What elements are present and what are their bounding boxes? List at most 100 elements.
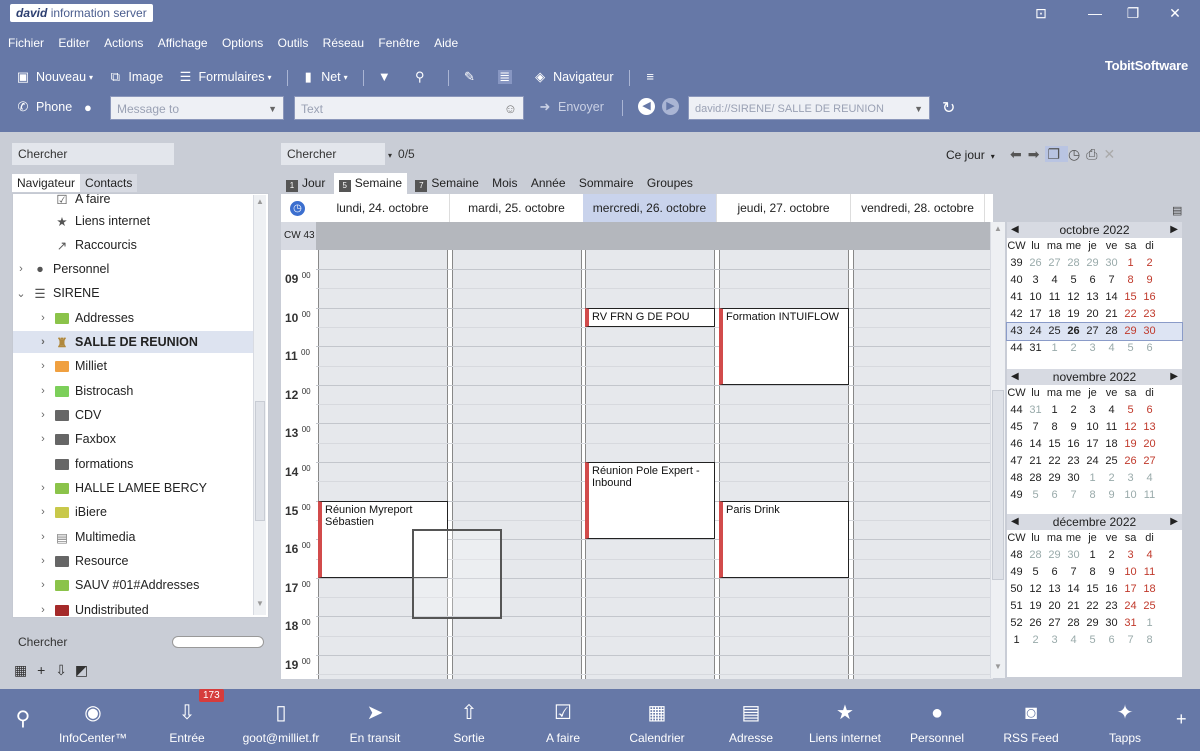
scroll-down-icon[interactable]: ▼ — [992, 662, 1004, 674]
day-cell[interactable]: 2 — [1102, 547, 1121, 564]
emoji-icon[interactable]: ☺ — [504, 97, 517, 121]
prev-month-icon[interactable]: ◀ — [1011, 369, 1019, 385]
day-cell[interactable]: 2 — [1064, 402, 1083, 419]
day-cell[interactable]: 6 — [1140, 340, 1159, 357]
day-header[interactable]: vendredi, 28. octobre — [851, 194, 985, 222]
day-cell[interactable]: 10 — [1083, 419, 1102, 436]
tree-item[interactable]: › Bistrocash — [37, 380, 133, 402]
day-cell[interactable]: 3 — [1026, 272, 1045, 289]
day-cell[interactable]: 4 — [1102, 402, 1121, 419]
day-cell[interactable]: 26 — [1064, 323, 1083, 340]
day-cell[interactable]: 2 — [1026, 632, 1045, 649]
day-cell[interactable]: 14 — [1064, 581, 1083, 598]
tab-jour[interactable]: 1 Jour — [281, 173, 330, 195]
day-cell[interactable]: 30 — [1102, 615, 1121, 632]
day-cell[interactable]: 3 — [1083, 340, 1102, 357]
chevron-right-icon[interactable]: › — [37, 531, 49, 543]
menu-actions[interactable]: Actions — [104, 36, 143, 50]
day-cell[interactable]: 5 — [1121, 402, 1140, 419]
appointment[interactable]: RV FRN G DE POU — [585, 307, 715, 327]
dock-item[interactable]: ◙ RSS Feed — [986, 689, 1076, 751]
net-button[interactable]: ▮ Net ▾ — [301, 66, 348, 88]
tab-navigator[interactable]: Navigateur — [12, 174, 81, 192]
day-header[interactable]: lundi, 24. octobre — [316, 194, 450, 222]
refresh-icon[interactable]: ↻ — [942, 98, 955, 118]
navigator-button[interactable]: ◈ Navigateur — [533, 66, 613, 88]
tree-item[interactable]: › HALLE LAMEE BERCY — [37, 477, 207, 499]
day-cell[interactable]: 9 — [1064, 419, 1083, 436]
day-cell[interactable]: 7 — [1064, 564, 1083, 581]
menu-fichier[interactable]: Fichier — [8, 36, 44, 50]
next-month-icon[interactable]: ▶ — [1170, 369, 1178, 385]
day-cell[interactable]: 3 — [1045, 632, 1064, 649]
tab-contacts[interactable]: Contacts — [80, 174, 138, 192]
arrow-right-icon[interactable]: ➡ — [1028, 146, 1046, 162]
day-cell[interactable]: 3 — [1121, 547, 1140, 564]
tree-item[interactable]: › Addresses — [37, 307, 134, 329]
download-icon[interactable]: ⇩ — [55, 662, 67, 678]
day-cell[interactable]: 19 — [1064, 306, 1083, 323]
day-cell[interactable]: 6 — [1083, 272, 1102, 289]
menu-reseau[interactable]: Réseau — [323, 36, 364, 50]
day-cell[interactable]: 6 — [1045, 487, 1064, 504]
dock-item[interactable]: ▦ Calendrier — [612, 689, 702, 751]
day-cell[interactable]: 21 — [1026, 453, 1045, 470]
day-cell[interactable]: 1 — [1083, 470, 1102, 487]
scroll-up-icon[interactable]: ▲ — [992, 224, 1004, 236]
day-cell[interactable]: 30 — [1064, 547, 1083, 564]
day-cell[interactable]: 6 — [1102, 632, 1121, 649]
day-cell[interactable]: 13 — [1140, 419, 1159, 436]
day-cell[interactable]: 6 — [1045, 564, 1064, 581]
day-cell[interactable]: 4 — [1140, 470, 1159, 487]
day-cell[interactable]: 20 — [1140, 436, 1159, 453]
tab-groupes[interactable]: Groupes — [642, 173, 698, 193]
collapse-icon[interactable]: ◩ — [75, 662, 88, 678]
day-cell[interactable]: 31 — [1026, 340, 1045, 357]
day-cell[interactable]: 20 — [1045, 598, 1064, 615]
day-cell[interactable]: 5 — [1026, 564, 1045, 581]
menu-affichage[interactable]: Affichage — [158, 36, 208, 50]
navigator-search[interactable]: Chercher — [12, 143, 174, 165]
day-cell[interactable]: 25 — [1140, 598, 1159, 615]
dock-item[interactable]: ➤ En transit — [330, 689, 420, 751]
day-cell[interactable]: 29 — [1083, 255, 1102, 272]
next-month-icon[interactable]: ▶ — [1170, 222, 1178, 238]
menu-button[interactable]: ≡ — [643, 66, 663, 88]
day-cell[interactable]: 4 — [1045, 272, 1064, 289]
day-cell[interactable]: 18 — [1045, 306, 1064, 323]
day-cell[interactable]: 6 — [1140, 402, 1159, 419]
clock-icon[interactable]: ◷ — [1068, 146, 1086, 162]
day-cell[interactable]: 1 — [1045, 340, 1064, 357]
day-cell[interactable]: 25 — [1045, 323, 1064, 340]
chevron-right-icon[interactable]: › — [37, 336, 49, 348]
dock-item[interactable]: ★ Liens internet — [800, 689, 890, 751]
tree-item[interactable]: › CDV — [37, 404, 101, 426]
tree-item[interactable]: › Resource — [37, 550, 128, 572]
day-cell[interactable]: 1 — [1045, 402, 1064, 419]
day-cell[interactable]: 24 — [1083, 453, 1102, 470]
day-cell[interactable]: 27 — [1140, 453, 1159, 470]
day-cell[interactable]: 28 — [1064, 255, 1083, 272]
tree-scrollbar[interactable]: ▲ ▼ — [253, 195, 266, 615]
tree-item[interactable]: ☑ A faire — [37, 194, 110, 210]
day-cell[interactable]: 15 — [1045, 436, 1064, 453]
day-cell[interactable]: 4 — [1102, 340, 1121, 357]
day-cell[interactable]: 29 — [1045, 547, 1064, 564]
export-icon[interactable]: ▤ — [1172, 204, 1182, 217]
day-cell[interactable]: 5 — [1121, 340, 1140, 357]
day-header[interactable]: mardi, 25. octobre — [450, 194, 584, 222]
day-cell[interactable]: 23 — [1102, 598, 1121, 615]
day-cell[interactable]: 22 — [1045, 453, 1064, 470]
calendar-scroll-thumb[interactable] — [992, 390, 1004, 580]
day-cell[interactable]: 1 — [1121, 255, 1140, 272]
day-cell[interactable]: 10 — [1121, 564, 1140, 581]
chevron-down-icon[interactable]: ⌄ — [15, 287, 27, 300]
day-cell[interactable]: 11 — [1045, 289, 1064, 306]
day-cell[interactable]: 5 — [1083, 632, 1102, 649]
next-month-icon[interactable]: ▶ — [1170, 514, 1178, 530]
dock-item[interactable]: ☑ A faire — [518, 689, 608, 751]
tree-item[interactable]: formations — [37, 453, 133, 475]
maximize-button[interactable]: ❐ — [1122, 4, 1144, 22]
day-cell[interactable]: 10 — [1026, 289, 1045, 306]
day-cell[interactable]: 23 — [1064, 453, 1083, 470]
